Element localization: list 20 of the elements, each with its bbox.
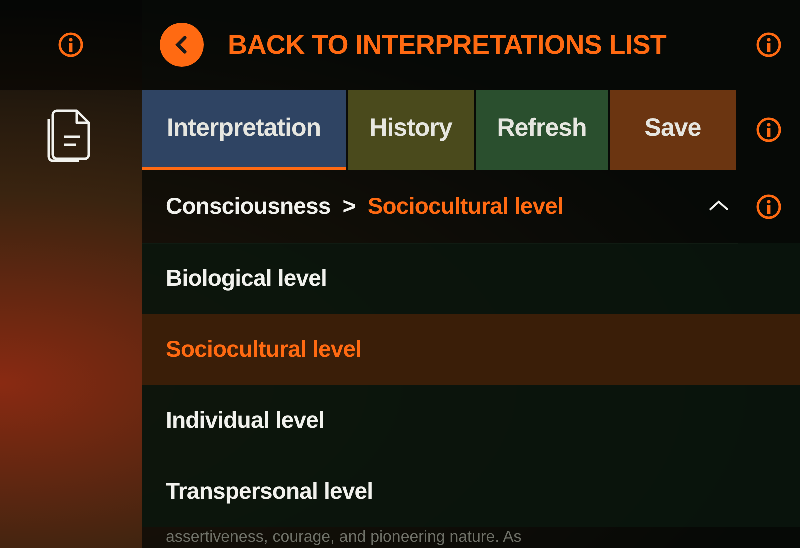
level-option[interactable]: Biological level <box>142 243 800 314</box>
tab[interactable]: Refresh <box>476 90 608 170</box>
breadcrumb-separator: > <box>342 192 356 220</box>
info-icon[interactable] <box>58 32 84 58</box>
back-title[interactable]: BACK TO INTERPRETATIONS LIST <box>228 30 738 60</box>
info-icon[interactable] <box>756 32 782 58</box>
info-icon[interactable] <box>756 194 782 220</box>
breadcrumb-parent[interactable]: Consciousness <box>166 192 331 220</box>
breadcrumb-current: Sociocultural level <box>368 192 564 220</box>
chevron-left-icon <box>174 35 190 55</box>
info-icon[interactable] <box>756 117 782 143</box>
tab[interactable]: History <box>348 90 474 170</box>
body-text: assertiveness, courage, and pioneering nature. As <box>165 528 523 548</box>
level-option[interactable]: Transpersonal level <box>142 456 800 527</box>
tab[interactable]: Interpretation <box>142 90 346 170</box>
level-option[interactable]: Sociocultural level <box>142 314 800 385</box>
tab[interactable]: Save <box>610 90 736 170</box>
chevron-up-icon[interactable] <box>708 200 730 212</box>
level-option[interactable]: Individual level <box>142 385 800 456</box>
back-button[interactable] <box>160 23 204 67</box>
